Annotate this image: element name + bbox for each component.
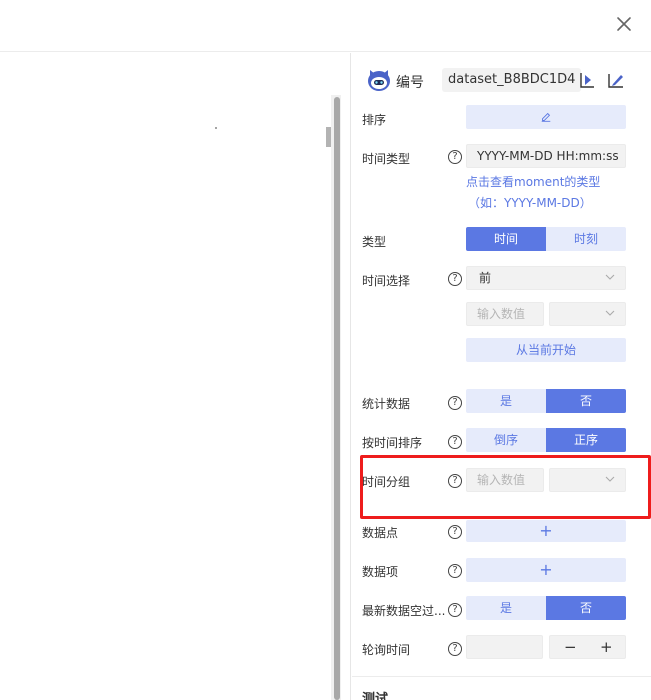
section-divider [352, 676, 651, 677]
import-icon[interactable] [576, 69, 598, 91]
sort-edit-button[interactable] [466, 105, 626, 129]
id-row: 编号 dataset_B8BDC1D4 [366, 67, 641, 93]
time-select-label: 时间选择 [362, 274, 411, 288]
config-panel: 编号 dataset_B8BDC1D4 排序 时间类型 ? YYYY-MM-DD… [352, 53, 651, 700]
add-data-item-button[interactable]: + [466, 558, 626, 582]
time-select-unit-select[interactable] [549, 302, 626, 326]
moment-type-example: （如：YYYY-MM-DD） [468, 196, 592, 210]
moment-type-link[interactable]: 点击查看moment的类型 [466, 173, 600, 190]
add-data-point-button[interactable]: + [466, 520, 626, 542]
increment-button[interactable]: + [600, 638, 613, 656]
stat-data-no-button[interactable]: 否 [546, 389, 626, 413]
help-icon[interactable]: ? [448, 642, 462, 656]
poll-time-stepper: − + [549, 635, 626, 659]
chevron-down-icon [605, 476, 615, 482]
id-label: 编号 [396, 75, 424, 91]
poll-time-label: 轮询时间 [362, 643, 411, 657]
sort-by-time-label: 按时间排序 [362, 436, 423, 450]
canvas-area [0, 53, 351, 700]
export-icon[interactable] [605, 69, 627, 91]
time-type-label: 时间类型 [362, 152, 411, 166]
latest-empty-yes-button[interactable]: 是 [466, 596, 546, 620]
sort-asc-button[interactable]: 正序 [546, 428, 626, 452]
stat-data-yes-button[interactable]: 是 [466, 389, 546, 413]
sort-label: 排序 [362, 113, 387, 127]
help-icon[interactable]: ? [448, 150, 462, 164]
time-select-number-input[interactable]: 输入数值 [466, 302, 544, 326]
time-type-input[interactable]: YYYY-MM-DD HH:mm:ss [466, 144, 626, 168]
modal-header [0, 0, 651, 52]
type-time-button[interactable]: 时间 [466, 227, 546, 251]
time-group-label: 时间分组 [362, 475, 411, 489]
chevron-down-icon [605, 310, 615, 316]
id-value: dataset_B8BDC1D4 [442, 68, 582, 92]
sort-desc-button[interactable]: 倒序 [466, 428, 546, 452]
close-icon[interactable] [612, 12, 636, 36]
canvas-dot [215, 127, 217, 129]
stat-data-label: 统计数据 [362, 397, 411, 411]
help-icon[interactable]: ? [448, 435, 462, 449]
chevron-down-icon [605, 274, 615, 280]
time-direction-value: 前 [479, 271, 492, 285]
robot-avatar-icon [366, 67, 392, 93]
edit-icon [541, 112, 551, 122]
data-points-label: 数据点 [362, 526, 399, 540]
type-label: 类型 [362, 235, 387, 249]
help-icon[interactable]: ? [448, 474, 462, 488]
help-icon[interactable]: ? [448, 603, 462, 617]
help-icon[interactable]: ? [448, 272, 462, 286]
time-direction-select[interactable]: 前 [466, 266, 626, 290]
from-now-button[interactable]: 从当前开始 [466, 338, 626, 362]
test-section-title: 测试 [362, 692, 389, 700]
type-moment-button[interactable]: 时刻 [546, 227, 626, 251]
decrement-button[interactable]: − [564, 638, 577, 656]
data-items-label: 数据项 [362, 565, 399, 579]
latest-empty-label: 最新数据空过... [362, 604, 446, 618]
help-icon[interactable]: ? [448, 525, 462, 539]
latest-empty-no-button[interactable]: 否 [546, 596, 626, 620]
time-group-number-input[interactable]: 输入数值 [466, 468, 544, 492]
help-icon[interactable]: ? [448, 396, 462, 410]
time-group-unit-select[interactable] [549, 468, 626, 492]
poll-time-input[interactable] [466, 635, 543, 659]
scrollbar-thumb[interactable] [334, 97, 340, 700]
help-icon[interactable]: ? [448, 564, 462, 578]
